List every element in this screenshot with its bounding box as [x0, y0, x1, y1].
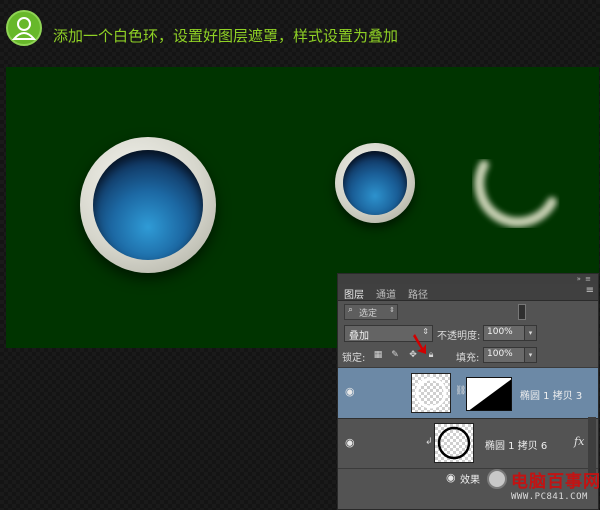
- site-watermark: 电脑百事网 WWW.PC841.COM: [487, 466, 600, 510]
- opacity-value: 100%: [487, 327, 513, 337]
- watermark-name: 电脑百事网: [511, 472, 600, 492]
- eye-icon[interactable]: ◉: [345, 436, 355, 449]
- updown-icon: ⇕: [389, 306, 395, 314]
- search-icon: ⌕: [348, 305, 354, 315]
- filter-row: ⌕ 选定 ⇕: [338, 301, 598, 323]
- panel-tabs: 图层 通道 路径 ≡: [338, 284, 598, 301]
- effects-label: 效果: [460, 475, 480, 486]
- lock-label: 锁定:: [342, 353, 366, 364]
- lock-brush-icon[interactable]: ✎: [390, 350, 400, 360]
- layer-thumbnail: [434, 423, 474, 463]
- tab-channels[interactable]: 通道: [376, 286, 396, 301]
- step-instruction: 添加一个白色环，设置好图层遮罩，样式设置为叠加: [53, 27, 399, 45]
- clip-arrow-icon: ↲: [425, 437, 433, 447]
- layer-row[interactable]: ◉ ↲ 椭圆 1 拷贝 6 fx: [338, 419, 598, 469]
- red-arrow-icon: [413, 334, 426, 354]
- blend-mode-value: 叠加: [349, 331, 369, 342]
- small-orb-button: [335, 143, 415, 223]
- ring-preview-icon: [415, 377, 447, 409]
- small-orb-core: [343, 151, 407, 215]
- large-orb-button: [80, 137, 216, 273]
- site-logo-icon: [487, 469, 507, 489]
- user-icon: [6, 10, 42, 46]
- tutorial-header: 添加一个白色环，设置好图层遮罩，样式设置为叠加: [0, 0, 600, 62]
- dropdown-icon[interactable]: ▾: [524, 347, 537, 363]
- layer-mask-thumbnail[interactable]: [466, 377, 512, 411]
- fill-value: 100%: [487, 349, 513, 359]
- lock-transparent-icon[interactable]: ▦: [373, 350, 383, 360]
- blend-row: 叠加 ⇕ 不透明度: 100% ▾: [338, 323, 598, 345]
- watermark-url: WWW.PC841.COM: [511, 492, 588, 502]
- opacity-label: 不透明度:: [437, 331, 481, 342]
- link-icon[interactable]: ⛓: [455, 386, 466, 396]
- eye-icon[interactable]: ◉: [446, 471, 456, 484]
- white-ring-highlight: [474, 160, 557, 228]
- filter-toggle[interactable]: [518, 304, 526, 320]
- dropdown-icon[interactable]: ▾: [524, 325, 537, 341]
- filter-label: 选定: [359, 309, 378, 319]
- tab-paths[interactable]: 路径: [408, 286, 428, 301]
- large-orb-core: [93, 150, 203, 260]
- fx-icon[interactable]: fx: [574, 435, 584, 448]
- layer-thumbnail: [411, 373, 451, 413]
- eye-icon[interactable]: ◉: [345, 385, 355, 398]
- tab-layers[interactable]: 图层: [344, 286, 364, 301]
- panel-titlebar: » ≡: [338, 274, 598, 284]
- fill-label: 填充:: [456, 353, 480, 364]
- layer-name: 椭圆 1 拷贝 6: [485, 441, 548, 452]
- layer-filter-select[interactable]: ⌕ 选定 ⇕: [344, 304, 398, 320]
- circle-preview-icon: [437, 426, 471, 460]
- layer-name: 椭圆 1 拷贝 3: [520, 391, 583, 402]
- layer-row-selected[interactable]: ◉ ⛓ 椭圆 1 拷贝 3: [338, 368, 598, 419]
- panel-menu-icon[interactable]: ≡: [586, 285, 594, 296]
- opacity-field[interactable]: 100% ▾: [483, 325, 537, 341]
- lock-row: 锁定: ▦ ✎ ✥ 🔒︎ 填充: 100% ▾: [338, 345, 598, 368]
- fill-field[interactable]: 100% ▾: [483, 347, 537, 363]
